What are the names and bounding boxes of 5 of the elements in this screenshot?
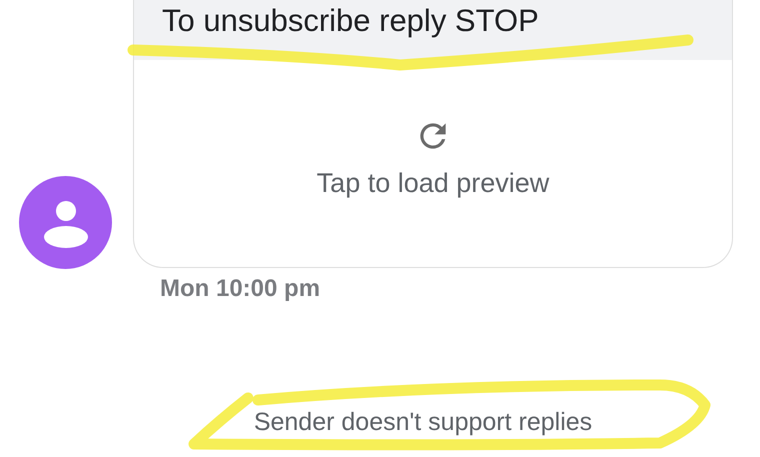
notice-text: Sender doesn't support replies bbox=[254, 407, 592, 437]
message-bubble[interactable]: To unsubscribe reply STOP Tap to load preview bbox=[133, 0, 733, 268]
message-time: Mon 10:00 pm bbox=[160, 275, 320, 302]
message-text: To unsubscribe reply STOP bbox=[162, 2, 539, 40]
preview-label[interactable]: Tap to load preview bbox=[316, 167, 550, 199]
